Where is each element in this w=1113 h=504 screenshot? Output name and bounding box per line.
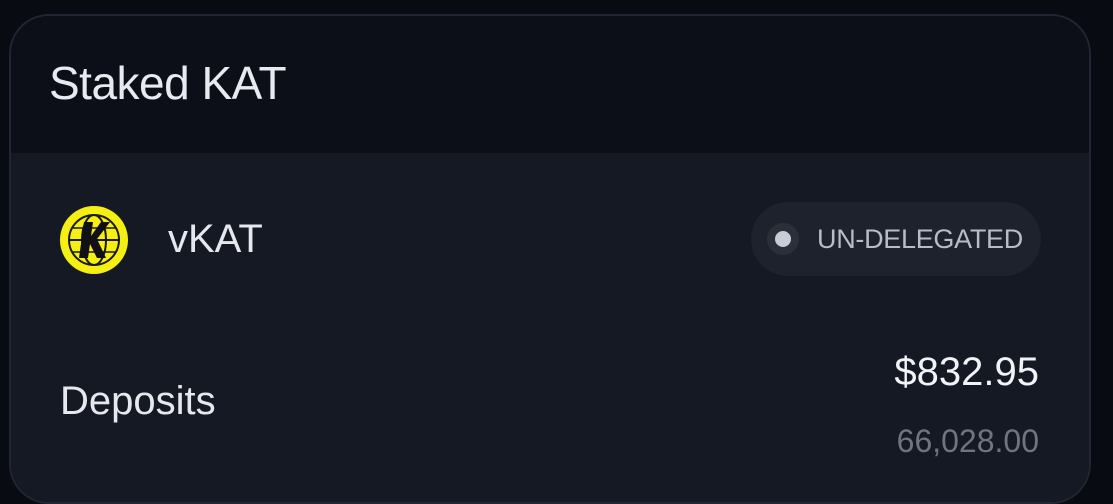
card-body: vKAT UN-DELEGATED Deposits $832.95 66,02… xyxy=(11,153,1089,502)
card-title: Staked KAT xyxy=(49,57,287,109)
deposits-label: Deposits xyxy=(60,379,216,423)
status-label: UN-DELEGATED xyxy=(817,224,1023,254)
staked-kat-card: Staked KAT vKAT UN-DELEGATED Deposits $8… xyxy=(9,14,1091,504)
status-dot-icon xyxy=(775,231,791,247)
kat-globe-logo-icon xyxy=(60,206,128,274)
deposits-token-amount: 66,028.00 xyxy=(896,423,1039,459)
card-header: Staked KAT xyxy=(11,16,1089,153)
token-symbol: vKAT xyxy=(168,217,263,261)
delegation-status-badge: UN-DELEGATED xyxy=(751,202,1041,276)
deposits-usd-value: $832.95 xyxy=(894,350,1039,394)
status-indicator xyxy=(767,223,799,255)
